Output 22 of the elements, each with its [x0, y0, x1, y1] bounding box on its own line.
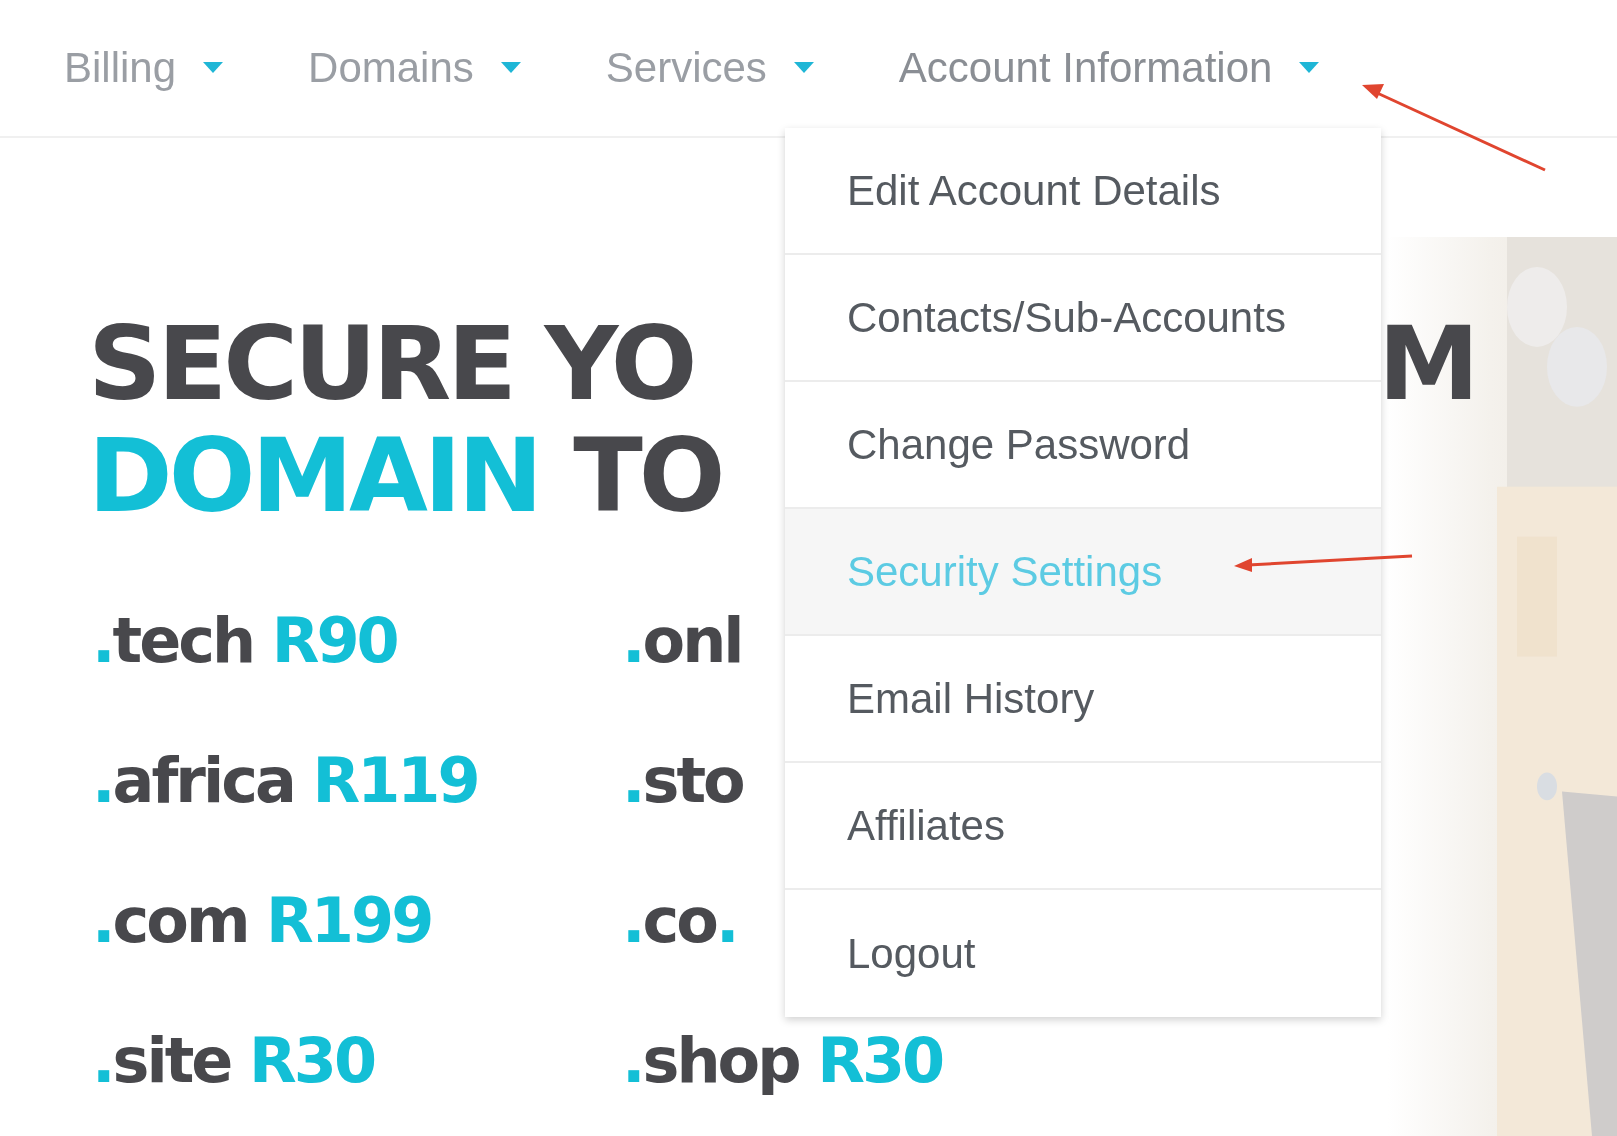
domain-price: .com R199 [92, 883, 432, 959]
domain-price: .onl [622, 603, 742, 679]
menu-item[interactable]: Logout [785, 890, 1381, 1017]
hero-heading: M [1378, 308, 1480, 420]
caret-icon [1298, 62, 1321, 74]
domain-price: .tech R90 [92, 603, 397, 679]
hero-heading: SECURE YO [88, 308, 694, 420]
menu-item[interactable]: Edit Account Details [785, 128, 1381, 255]
menu-item[interactable]: Change Password [785, 382, 1381, 509]
hero-heading: TO [573, 420, 722, 532]
domain-price: .shop R30 [622, 1023, 943, 1099]
domain-price: .africa R119 [92, 743, 478, 819]
domain-price: .site R30 [92, 1023, 375, 1099]
domain-price: .co. [622, 883, 737, 959]
menu-item[interactable]: Affiliates [785, 763, 1381, 890]
domain-price: .sto [622, 743, 743, 819]
menu-item[interactable]: Email History [785, 636, 1381, 763]
caret-icon [202, 62, 225, 74]
hero-heading-accent: DOMAIN [88, 420, 540, 532]
caret-icon [792, 62, 815, 74]
caret-icon [499, 62, 522, 74]
menu-item[interactable]: Contacts/Sub-Accounts [785, 255, 1381, 382]
